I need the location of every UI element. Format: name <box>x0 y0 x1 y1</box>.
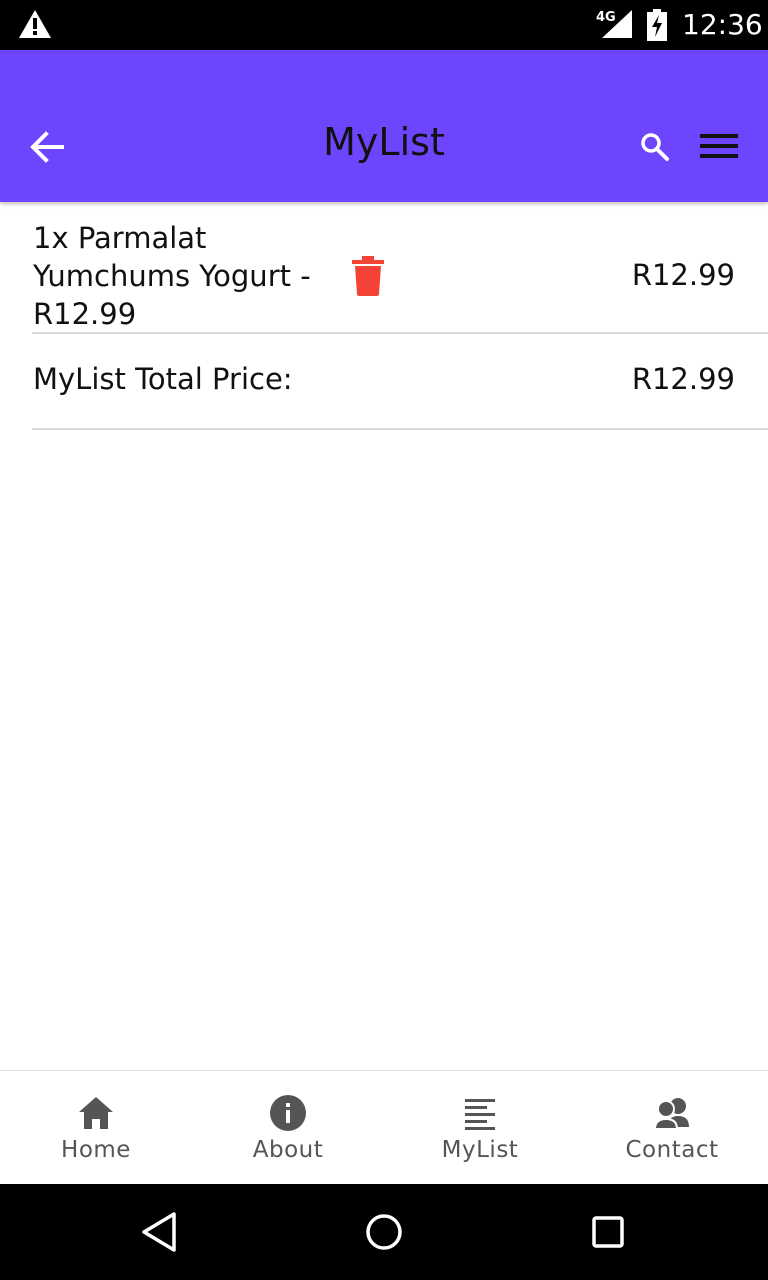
nav-back-icon[interactable] <box>138 1210 182 1254</box>
clock: 12:36 <box>682 8 763 41</box>
nav-recents-icon[interactable] <box>586 1210 630 1254</box>
status-bar: 4G 12:36 <box>0 0 768 50</box>
system-navigation-bar <box>0 1184 768 1280</box>
nav-label: MyList <box>441 1137 519 1163</box>
item-name: 1x Parmalat Yumchums Yogurt - R12.99 <box>33 221 311 331</box>
list-icon <box>465 1099 495 1130</box>
signal-icon <box>602 10 632 38</box>
nav-item-mylist[interactable]: MyList <box>384 1071 576 1185</box>
search-icon[interactable] <box>638 130 672 164</box>
nav-label: Contact <box>625 1137 719 1163</box>
bottom-navigation: Home About MyList Contact <box>0 1070 768 1185</box>
total-row: MyList Total Price: R12.99 <box>0 334 768 428</box>
divider <box>32 428 768 430</box>
nav-label: About <box>252 1137 324 1163</box>
nav-item-contact[interactable]: Contact <box>576 1071 768 1185</box>
total-price: R12.99 <box>631 362 735 396</box>
list-item: 1x Parmalat Yumchums Yogurt - R12.99 R12… <box>0 202 768 332</box>
menu-icon[interactable] <box>698 130 742 164</box>
item-price: R12.99 <box>631 258 735 292</box>
app-bar: MyList <box>0 50 768 202</box>
trash-icon[interactable] <box>350 256 386 296</box>
nav-item-home[interactable]: Home <box>0 1071 192 1185</box>
app-screen: 4G 12:36 MyList 1x Parmalat Yumchums Yog… <box>0 0 768 1280</box>
total-label: MyList Total Price: <box>33 362 293 396</box>
home-icon <box>79 1097 113 1129</box>
battery-charging-icon <box>647 9 667 41</box>
warning-icon <box>19 10 51 38</box>
contacts-icon <box>653 1098 689 1130</box>
nav-home-icon[interactable] <box>362 1210 406 1254</box>
info-icon <box>270 1095 306 1131</box>
nav-item-about[interactable]: About <box>192 1071 384 1185</box>
nav-label: Home <box>61 1137 131 1163</box>
